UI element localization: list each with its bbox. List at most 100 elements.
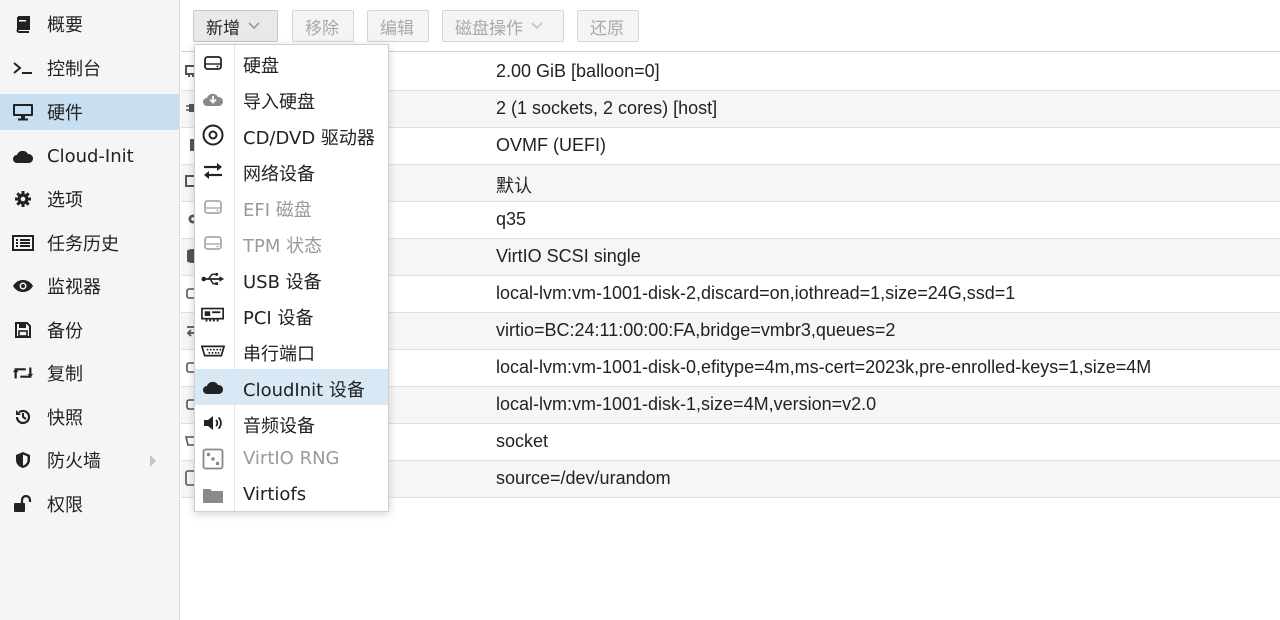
exchange-icon [201,160,225,182]
revert-button[interactable]: 还原 [577,10,639,42]
sidebar-item-summary[interactable]: 概要 [0,6,179,42]
sidebar-item-cloud-init[interactable]: Cloud-Init [0,138,179,174]
eye-icon [12,275,34,297]
menu-item-label: PCI 设备 [243,308,314,329]
disk-action-button-label: 磁盘操作 [455,18,523,39]
cloud-icon [201,376,225,398]
folder-icon [201,484,225,506]
monitor-icon [12,101,34,123]
sidebar-item-options[interactable]: 选项 [0,181,179,217]
sidebar-item-label: 快照 [47,408,83,429]
menu-item-usb-device[interactable]: USB 设备 [195,261,388,297]
dice-icon [201,448,225,470]
menu-item-serial-port[interactable]: 串行端口 [195,333,388,369]
menu-item-cloudinit-device[interactable]: CloudInit 设备 [195,369,388,405]
sidebar-item-label: 复制 [47,364,83,385]
menu-item-network-device[interactable]: 网络设备 [195,153,388,189]
sidebar-item-label: 控制台 [47,59,101,80]
sidebar-item-firewall[interactable]: 防火墙 [0,442,179,478]
row-value: 2.00 GiB [balloon=0] [496,61,660,81]
sidebar-item-label: 硬件 [47,103,83,124]
terminal-icon [12,57,34,79]
sidebar-item-task-history[interactable]: 任务历史 [0,225,179,261]
row-value: VirtIO SCSI single [496,246,641,266]
menu-item-label: 硬盘 [243,56,279,77]
add-button[interactable]: 新增 [193,10,278,42]
edit-button-label: 编辑 [380,18,414,39]
menu-item-label: 音频设备 [243,416,315,437]
revert-button-label: 还原 [590,18,624,39]
row-value: 2 (1 sockets, 2 cores) [host] [496,98,718,118]
sidebar-item-label: 防火墙 [47,451,101,472]
menu-item-label: 网络设备 [243,164,315,185]
menu-item-label: Virtiofs [243,484,307,505]
sidebar: 概要 控制台 硬件 Cloud-Init 选项 任务历史 监视器 备份 复制 快… [0,0,180,620]
sidebar-item-label: Cloud-Init [47,145,134,167]
sidebar-item-label: 权限 [47,495,83,516]
sidebar-item-label: 备份 [47,321,83,342]
menu-item-label: EFI 磁盘 [243,200,312,221]
floppy-icon [12,319,34,341]
chevron-down-icon [531,22,543,30]
row-value: 默认 [496,176,532,196]
menu-item-audio-device[interactable]: 音频设备 [195,405,388,441]
row-value: local-lvm:vm-1001-disk-2,discard=on,ioth… [496,283,1016,303]
sidebar-item-snapshots[interactable]: 快照 [0,399,179,435]
sidebar-item-replication[interactable]: 复制 [0,355,179,391]
hdd-icon [201,232,225,254]
sidebar-item-monitor[interactable]: 监视器 [0,268,179,304]
edit-button[interactable]: 编辑 [367,10,429,42]
cloud-download-icon [201,88,225,110]
hdd-icon [201,52,225,74]
menu-item-label: VirtIO RNG [243,448,340,469]
sidebar-item-permissions[interactable]: 权限 [0,486,179,522]
row-value: local-lvm:vm-1001-disk-0,efitype=4m,ms-c… [496,357,1152,377]
serial-port-icon [201,340,225,362]
menu-item-label: CloudInit 设备 [243,380,365,401]
add-hardware-menu: 硬盘 导入硬盘 CD/DVD 驱动器 网络设备 EFI 磁盘 TPM 状态 US… [194,44,389,512]
row-value: q35 [496,209,527,229]
menu-item-virtio-rng[interactable]: VirtIO RNG [195,441,388,477]
menu-item-pci-device[interactable]: PCI 设备 [195,297,388,333]
usb-icon [201,268,225,290]
sidebar-item-hardware[interactable]: 硬件 [0,94,179,130]
menu-item-import-disk[interactable]: 导入硬盘 [195,81,388,117]
menu-item-cd-dvd[interactable]: CD/DVD 驱动器 [195,117,388,153]
expand-arrow-icon[interactable] [149,452,157,473]
row-value: OVMF (UEFI) [496,135,606,155]
menu-item-efi-disk[interactable]: EFI 磁盘 [195,189,388,225]
sidebar-item-label: 监视器 [47,277,101,298]
gear-icon [12,188,34,210]
add-button-label: 新增 [206,18,240,39]
row-value: local-lvm:vm-1001-disk-1,size=4M,version… [496,394,877,414]
sidebar-item-console[interactable]: 控制台 [0,50,179,86]
disk-action-button[interactable]: 磁盘操作 [442,10,564,42]
optical-disc-icon [201,124,225,146]
menu-item-hard-disk[interactable]: 硬盘 [195,45,388,81]
menu-item-label: TPM 状态 [243,236,323,257]
hdd-icon [201,196,225,218]
sidebar-item-label: 概要 [47,15,83,36]
history-icon [12,406,34,428]
row-value: socket [496,431,549,451]
retweet-icon [12,362,34,384]
row-value: source=/dev/urandom [496,468,671,488]
list-icon [12,232,34,254]
cloud-icon [12,145,34,167]
remove-button[interactable]: 移除 [292,10,354,42]
menu-item-label: 串行端口 [243,344,315,365]
sidebar-item-backup[interactable]: 备份 [0,312,179,348]
row-value: virtio=BC:24:11:00:00:FA,bridge=vmbr3,qu… [496,320,896,340]
sidebar-item-label: 选项 [47,190,83,211]
book-icon [12,13,34,35]
chevron-down-icon [248,22,260,30]
pci-card-icon [201,304,225,326]
menu-item-label: USB 设备 [243,272,322,293]
unlock-icon [12,493,34,515]
menu-item-tpm-state[interactable]: TPM 状态 [195,225,388,261]
menu-item-label: 导入硬盘 [243,92,315,113]
sidebar-item-label: 任务历史 [47,234,119,255]
speaker-icon [201,412,225,434]
remove-button-label: 移除 [305,18,339,39]
menu-item-virtiofs[interactable]: Virtiofs [195,477,388,513]
